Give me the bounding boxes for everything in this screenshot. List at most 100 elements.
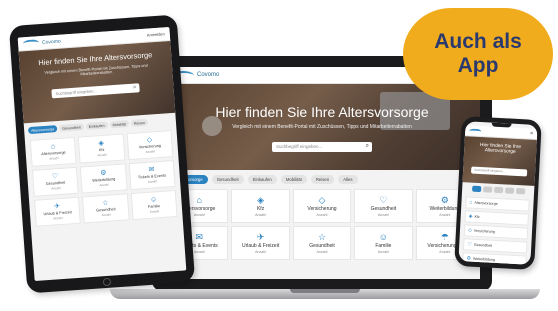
tile-count: Anzahl <box>49 156 59 161</box>
phone-search-placeholder: Suchbegriff eingeben... <box>474 167 506 174</box>
tablet-hero-banner: Hier finden Sie Ihre Altersvorsorge Verg… <box>18 40 176 124</box>
tile-kfz[interactable]: ◈ Kfz Anzahl <box>78 133 126 164</box>
search-icon[interactable]: ⌕ <box>133 84 137 91</box>
tile-label: Familie <box>375 242 392 249</box>
app-badge: Auch als App <box>403 8 553 100</box>
chip-reisen[interactable] <box>515 187 525 195</box>
tablet-login-link[interactable]: Anmelden <box>147 31 165 37</box>
list-item[interactable]: ♡ Gesundheit <box>462 238 528 254</box>
tile-count: Anzahl <box>316 249 328 254</box>
search-placeholder: Suchbegriff eingeben... <box>276 144 323 149</box>
chip-gesundheit[interactable] <box>482 186 492 193</box>
chip-reisen[interactable]: Reisen <box>310 175 335 184</box>
menu-icon[interactable]: ≡ <box>530 131 533 137</box>
tile-urlaub[interactable]: ✈ Urlaub & Freizeit Anzahl <box>34 196 82 227</box>
tile-label: Urlaub & Freizeit <box>241 242 280 249</box>
chip-alles[interactable]: Alles <box>338 175 358 184</box>
laptop-hinge-notch <box>290 289 360 293</box>
gear-icon: ⚙ <box>440 194 449 205</box>
home-icon: ⌂ <box>50 143 56 151</box>
tile-tickets[interactable]: ✉ Tickets & Events Anzahl <box>128 160 176 191</box>
brand-name: Covomo <box>197 72 220 78</box>
chip-altersvorsorge[interactable]: Altersvorsorge <box>27 125 58 135</box>
star-icon: ☆ <box>102 199 109 208</box>
search-icon[interactable]: ⌕ <box>366 143 369 150</box>
shield-icon: ◇ <box>318 194 326 205</box>
chip-reisen[interactable]: Reisen <box>130 118 149 127</box>
tile-versicherung[interactable]: ◇ Versicherung Anzahl <box>292 189 352 223</box>
tile-gesundheit-2[interactable]: ☆ Gesundheit Anzahl <box>82 193 130 224</box>
chip-mobilitaet[interactable] <box>504 187 514 194</box>
gear-icon: ⚙ <box>466 254 472 262</box>
tile-label: Versicherung <box>307 205 337 212</box>
list-item[interactable]: ⌂ Altersvorsorge <box>465 196 530 212</box>
badge-line-2: App <box>457 54 499 77</box>
tablet-device: Covomo Anmelden Hier finden Sie Ihre Alt… <box>8 14 196 294</box>
list-item[interactable]: ◈ Kfz <box>464 210 529 226</box>
tile-count: Anzahl <box>377 249 389 254</box>
tile-label: Versicherung <box>138 143 162 150</box>
tile-count: Anzahl <box>255 212 267 217</box>
tile-label: Gesundheit <box>309 242 335 249</box>
ticket-icon: ✉ <box>148 166 155 174</box>
gear-icon: ⚙ <box>99 169 107 178</box>
tile-label: Kfz <box>256 205 265 212</box>
phone-category-list: ⌂ Altersvorsorge ◈ Kfz ◇ Versicherung ♡ Gesu… <box>458 194 533 265</box>
tile-count: Anzahl <box>147 179 158 184</box>
star-icon: ☆ <box>317 231 327 242</box>
tablet-logo[interactable]: Covomo <box>22 38 61 48</box>
tile-count: Anzahl <box>193 212 205 217</box>
tile-gesundheit[interactable]: ♡ Gesundheit Anzahl <box>354 189 413 223</box>
tablet-home-button[interactable] <box>102 277 112 287</box>
laptop-screen: Covomo Anmelden Hier finden Sie Ihre Alt… <box>164 67 480 279</box>
chip-einkaufen[interactable]: Einkaufen <box>247 175 277 184</box>
tablet-category-grid: ⌂ Altersvorsorge Anzahl ◈ Kfz Anzahl ◇ Versic… <box>25 128 183 229</box>
chip-gesundheit[interactable]: Gesundheit <box>59 123 84 132</box>
search-input[interactable]: Suchbegriff eingeben... ⌕ <box>272 142 372 152</box>
tablet-search-placeholder: Suchbegriff eingeben... <box>55 88 97 97</box>
tile-gesundheit[interactable]: ♡ Gesundheit Anzahl <box>31 166 80 197</box>
tile-urlaub[interactable]: ✈ Urlaub & Freizeit Anzahl <box>231 226 290 260</box>
tile-count: Anzahl <box>439 249 451 254</box>
chip-einkaufen[interactable]: Einkaufen <box>85 121 108 131</box>
tile-count: Anzahl <box>377 212 389 217</box>
chip-mobilitaet[interactable]: Mobilität <box>109 120 130 129</box>
tile-gesundheit-2[interactable]: ☆ Gesundheit Anzahl <box>292 226 352 260</box>
chip-gesundheit[interactable]: Gesundheit <box>211 175 244 184</box>
tile-familie[interactable]: ☺ Familie Anzahl <box>354 226 413 260</box>
tile-label: Gesundheit <box>370 205 397 212</box>
tile-kfz[interactable]: ◈ Kfz Anzahl <box>231 189 290 223</box>
tile-count: Anzahl <box>97 152 107 158</box>
tile-count: Anzahl <box>316 212 328 217</box>
list-item-label: Weiterbildung <box>472 256 496 262</box>
tile-count: Anzahl <box>193 249 205 254</box>
car-icon: ◈ <box>98 139 105 148</box>
plane-icon: ✈ <box>256 231 265 242</box>
category-chips: Altersvorsorge Gesundheit Einkaufen Mobi… <box>164 170 480 189</box>
chip-altersvorsorge[interactable] <box>471 185 481 193</box>
chip-einkaufen[interactable] <box>493 186 503 194</box>
shield-icon: ◇ <box>467 226 473 234</box>
home-icon: ⌂ <box>469 199 473 206</box>
hero-subtitle: Vergleich mit einem Benefit-Portal mit Z… <box>232 124 412 130</box>
phone-device: ≡ Hier finden Sie Ihre Altersvorsorge Su… <box>454 116 542 270</box>
tile-versicherung[interactable]: ◇ Versicherung Anzahl <box>126 130 174 161</box>
heart-icon: ♡ <box>51 173 59 181</box>
promo-stage: Covomo Anmelden Hier finden Sie Ihre Alt… <box>0 0 558 311</box>
hero-banner: Hier finden Sie Ihre Altersvorsorge Verg… <box>164 84 480 170</box>
logo-swoosh-icon <box>22 39 40 48</box>
list-item[interactable]: ⚙ Weiterbildung <box>462 252 527 265</box>
tile-count: Anzahl <box>51 185 61 191</box>
phone-logo[interactable] <box>469 127 482 134</box>
logo-swoosh-icon <box>469 127 482 134</box>
chip-mobilitaet[interactable]: Mobilität <box>280 175 307 184</box>
tablet-brand-name: Covomo <box>41 38 61 46</box>
tile-weiterbildung[interactable]: ⚙ Weiterbildung Anzahl <box>80 163 128 194</box>
tile-familie[interactable]: ☺ Familie Anzahl <box>130 189 178 221</box>
list-item[interactable]: ◇ Versicherung <box>463 224 529 240</box>
tile-count: Anzahl <box>99 182 109 188</box>
shield-icon: ◇ <box>146 136 153 144</box>
tile-altersvorsorge[interactable]: ⌂ Altersvorsorge Anzahl <box>29 136 77 167</box>
car-icon: ◈ <box>468 213 473 220</box>
tile-count: Anzahl <box>53 215 63 221</box>
